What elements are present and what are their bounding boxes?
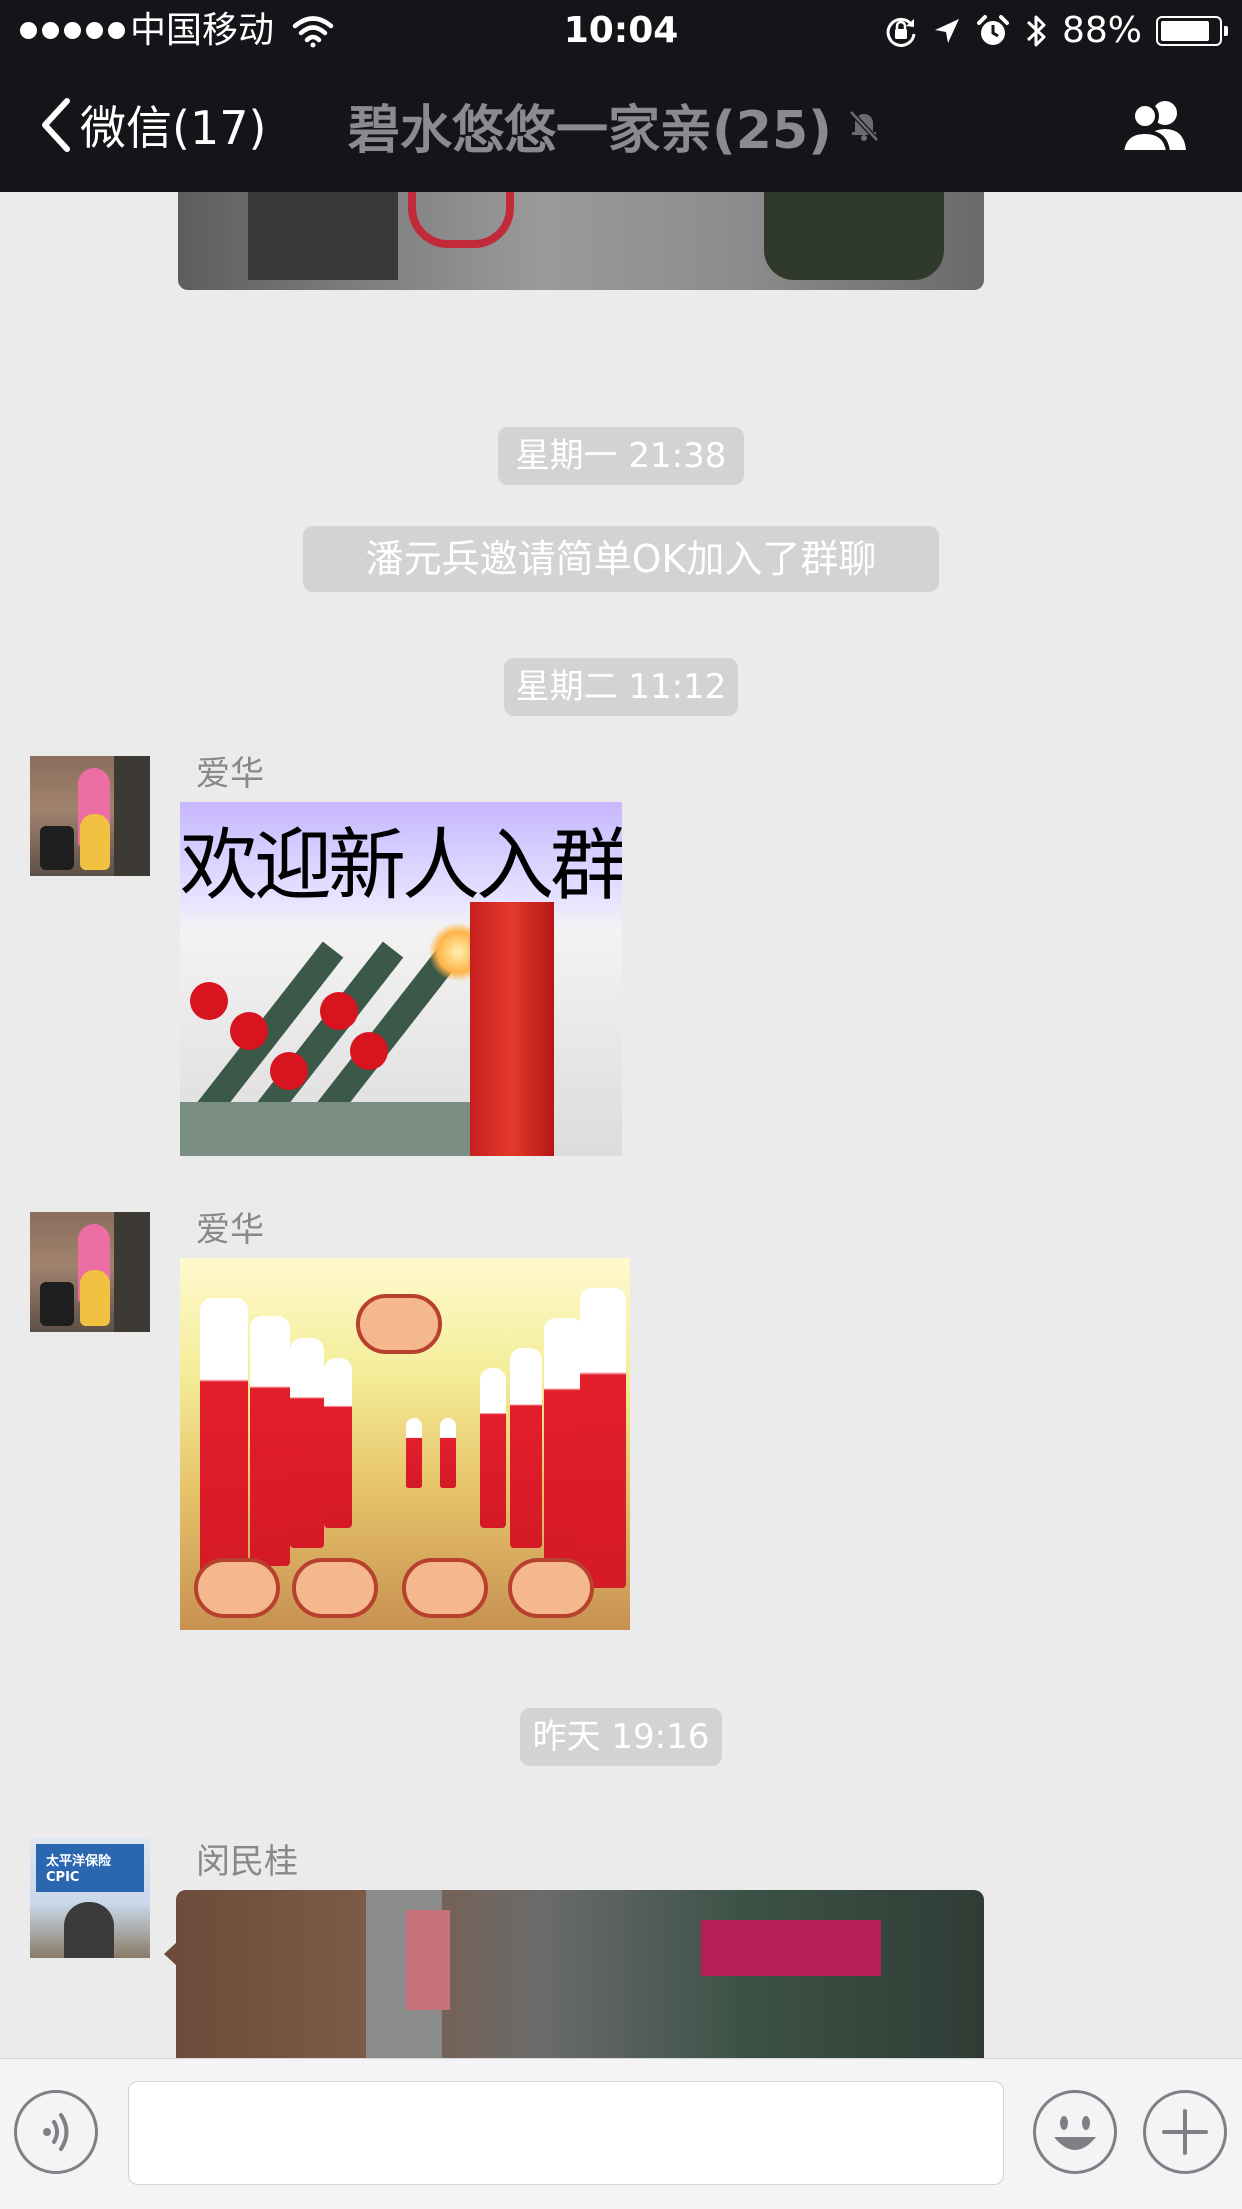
status-bar: 中国移动 10:04 88% [0,0,1242,62]
clapping-hands-icon [508,1558,594,1618]
group-members-button[interactable] [1118,96,1192,156]
image-dancer [406,1418,422,1488]
avatar-bike [40,1282,74,1326]
timestamp-chip: 星期一 21:38 [498,427,744,485]
back-label: 微信(17) [80,101,267,155]
avatar-person [80,814,110,870]
nav-bar: 微信(17) 碧水悠悠一家亲(25) [0,62,1242,192]
rotation-lock-icon [886,17,916,47]
bluetooth-icon [1026,15,1046,47]
image-ground [180,1102,470,1156]
mute-bell-icon [849,110,879,142]
avatar-aihua[interactable] [30,1212,150,1332]
image-dancer [200,1298,248,1588]
message-input[interactable] [128,2081,1004,2185]
image-flower [230,1012,268,1050]
system-join-notice: 潘元兵邀请简单OK加入了群聊 [303,526,939,592]
avatar-aihua[interactable] [30,756,150,876]
image-flower [350,1032,388,1070]
clapping-hands-icon [356,1294,442,1354]
emoji-icon [1054,2116,1096,2150]
sender-name: 爱华 [196,1210,264,1250]
photo-flag [406,1910,450,2010]
applause-image-message[interactable] [180,1258,630,1630]
group-members-icon [1119,101,1186,154]
welcome-caption: 欢迎新人入群！ [180,821,622,911]
image-flower [270,1052,308,1090]
avatar-person [80,1270,110,1326]
welcome-image-message[interactable]: 欢迎新人入群！ [180,802,622,1156]
image-dancer [544,1318,584,1568]
clapping-hands-icon [292,1558,378,1618]
battery-icon [1156,16,1228,46]
voice-icon [43,2113,69,2151]
avatar-bg [114,756,150,876]
carrier-name: 中国移动 [130,10,275,51]
more-button[interactable] [1143,2090,1227,2174]
top-header: 中国移动 10:04 88% 微信(17) 碧水悠悠一家亲(25) [0,0,1242,192]
image-dancer [290,1338,324,1548]
emoji-button[interactable] [1033,2090,1117,2174]
avatar-bike [40,826,74,870]
clapping-hands-icon [402,1558,488,1618]
chat-message-list[interactable]: 星期一 21:38 潘元兵邀请简单OK加入了群聊 星期二 11:12 爱华 欢迎… [0,0,1242,2208]
input-bar [0,2058,1242,2209]
image-dancer [324,1358,352,1528]
chat-title-text: 碧水悠悠一家亲(25) [348,100,832,161]
voice-button[interactable] [14,2090,98,2174]
avatar-sign: 太平洋保险 CPIC [36,1844,144,1892]
sender-name: 爱华 [196,754,264,794]
avatar-minmingui[interactable]: 太平洋保险 CPIC [30,1838,150,1958]
avatar-person [64,1902,114,1958]
image-message-partial-bottom[interactable] [176,1890,984,2060]
battery-fill [1161,21,1209,41]
image-flower [190,982,228,1020]
image-dancer [480,1368,506,1528]
timestamp-chip: 昨天 19:16 [520,1708,722,1766]
location-arrow-icon [934,19,959,43]
image-dancer [580,1288,626,1588]
image-dancer [510,1348,542,1548]
alarm-icon [976,15,1009,45]
plus-icon [1162,2109,1208,2155]
battery-percent: 88% [1061,10,1142,51]
image-pillar [470,902,554,1156]
chat-title: 碧水悠悠一家亲(25) [348,92,882,161]
wifi-icon [292,16,334,48]
sender-name: 闵民桂 [196,1842,298,1882]
timestamp-chip: 星期二 11:12 [504,658,738,716]
photo-banner [701,1920,881,1976]
image-dancer [440,1418,456,1488]
avatar-sign-text: 太平洋保险 CPIC [46,1854,112,1885]
signal-strength-icon [20,22,125,39]
avatar-bg [114,1212,150,1332]
image-dancer [250,1316,290,1566]
back-button[interactable]: 微信(17) [40,92,266,158]
chevron-left-icon [42,98,70,152]
clapping-hands-icon [194,1558,280,1618]
image-flower [320,992,358,1030]
status-icons: 88% [884,10,1228,52]
